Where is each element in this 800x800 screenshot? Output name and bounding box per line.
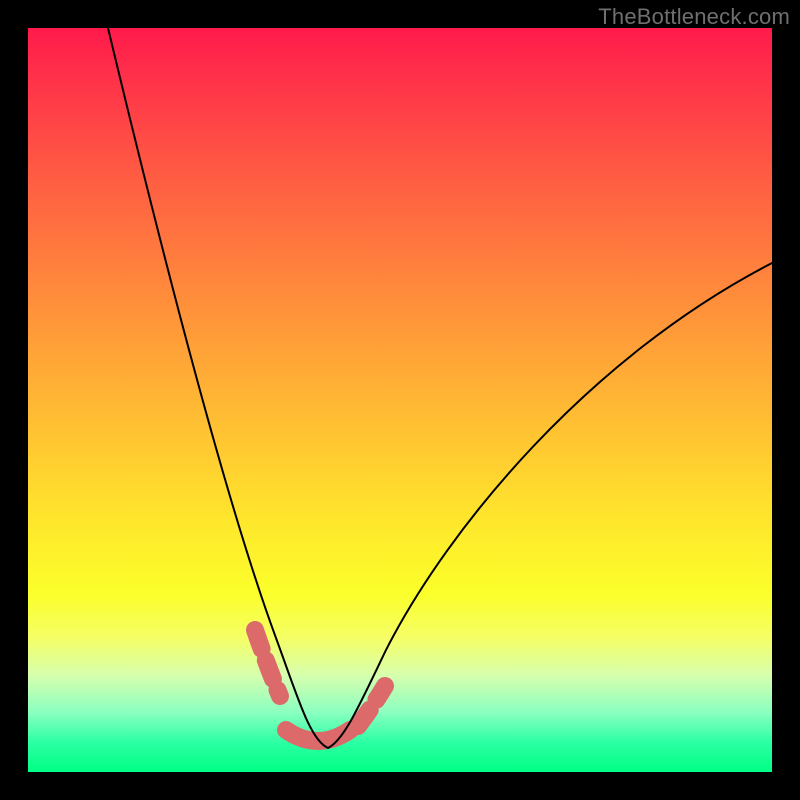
watermark-text: TheBottleneck.com — [598, 4, 790, 30]
bottleneck-curve — [108, 28, 772, 748]
chart-svg — [28, 28, 772, 772]
optimal-region-beads-right — [358, 686, 385, 726]
chart-plot-area — [28, 28, 772, 772]
